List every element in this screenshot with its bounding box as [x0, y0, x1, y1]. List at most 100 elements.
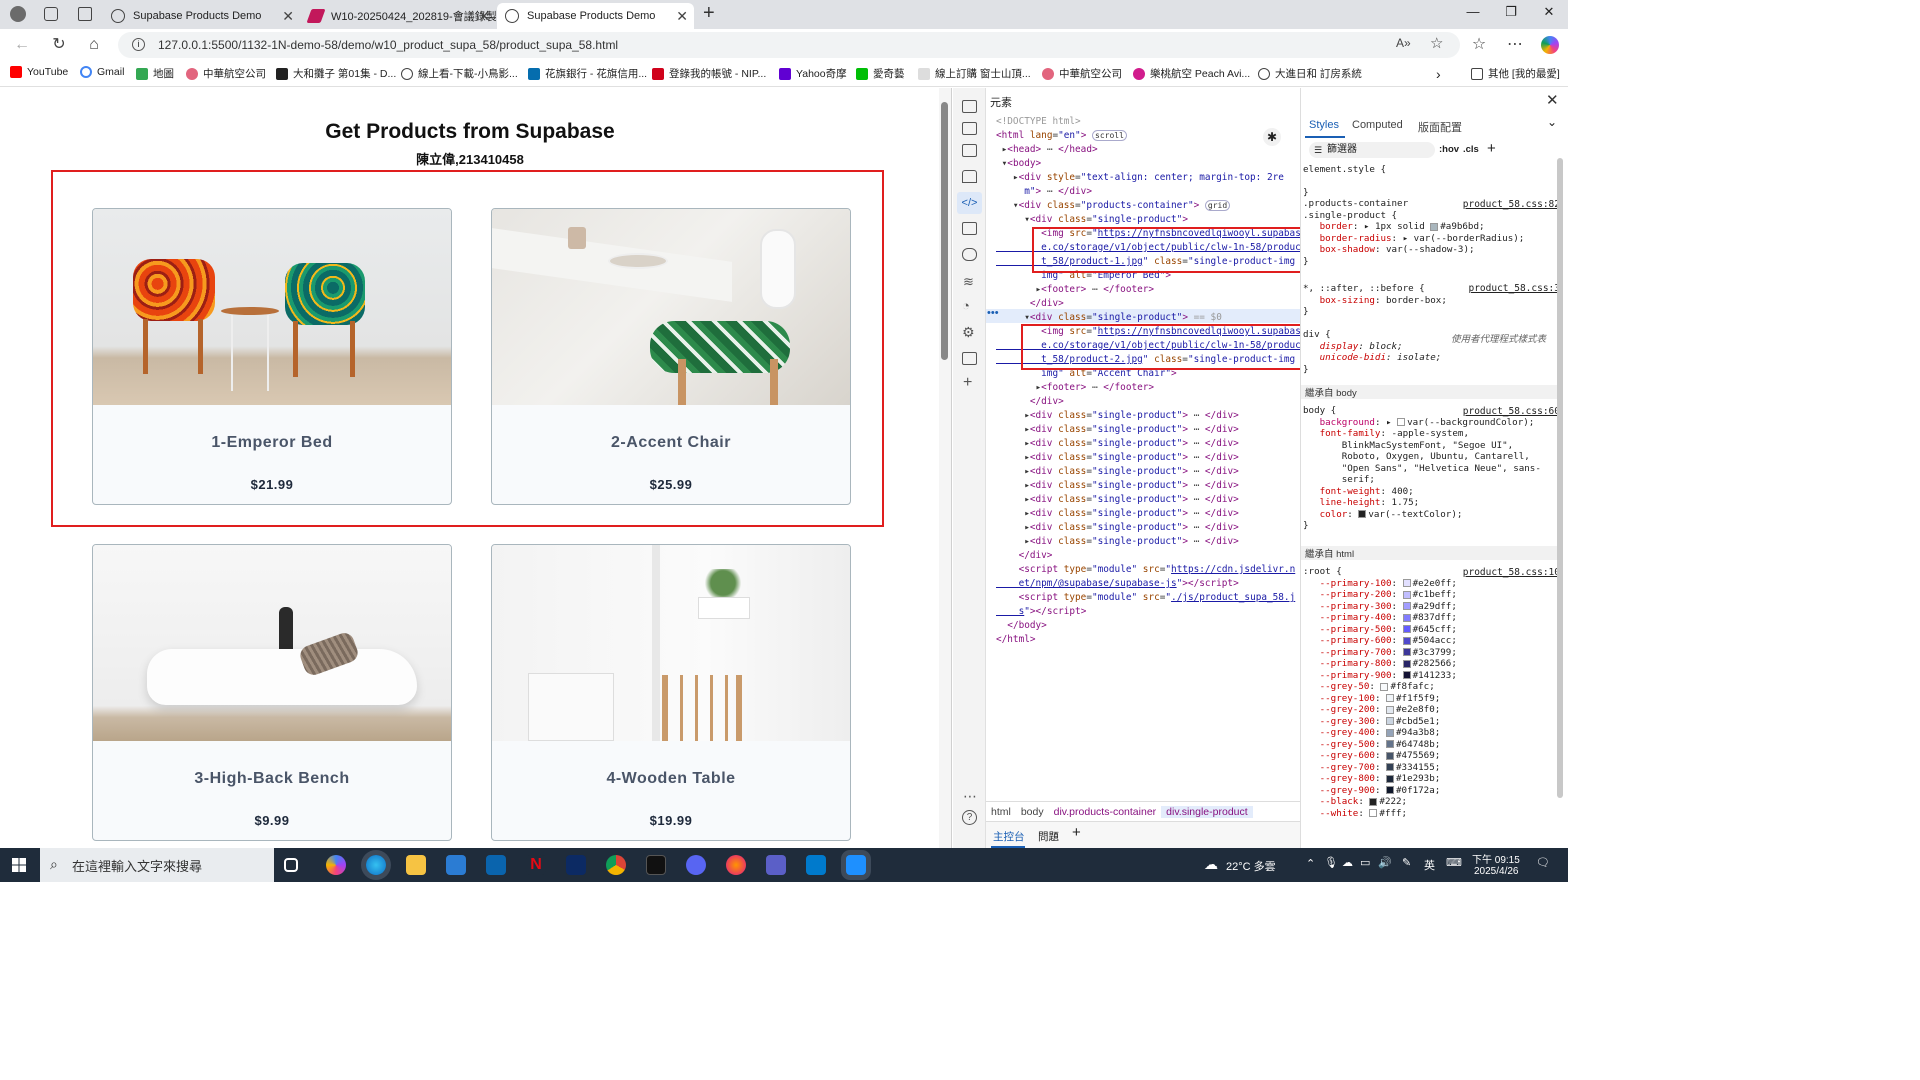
bookmark-maps[interactable]: 地圖: [136, 66, 174, 81]
breadcrumb-products-container[interactable]: div.products-container: [1049, 806, 1162, 818]
add-tool-icon[interactable]: +: [963, 374, 972, 392]
keyboard-icon[interactable]: ⌨: [1446, 856, 1462, 869]
chrome-icon[interactable]: [606, 855, 626, 875]
restore-button[interactable]: ❐: [1496, 4, 1526, 20]
bookmark-hotel[interactable]: 大進日和 訂房系統: [1258, 66, 1362, 81]
product-card-3[interactable]: 3-High-Back Bench $9.99: [92, 544, 452, 841]
breadcrumb-body[interactable]: body: [1016, 806, 1049, 818]
product-card-1[interactable]: 1-Emperor Bed $21.99: [92, 208, 452, 505]
scrollbar-thumb[interactable]: [941, 102, 948, 360]
back-button[interactable]: ←: [10, 34, 34, 56]
home-icon[interactable]: [962, 170, 977, 183]
drawer-tab-console[interactable]: 主控台: [993, 829, 1025, 844]
close-icon[interactable]: ✕: [282, 8, 294, 25]
bookmarks-overflow-chevron-icon[interactable]: ›: [1436, 66, 1441, 82]
weather-text[interactable]: 22°C 多雲: [1226, 858, 1276, 874]
bookmark-peach[interactable]: 樂桃航空 Peach Avi...: [1133, 66, 1250, 81]
notifications-icon[interactable]: 🗨: [1536, 856, 1550, 869]
settings-gear-icon[interactable]: ⚙: [962, 324, 975, 341]
vscode-icon[interactable]: [806, 855, 826, 875]
favorite-star-icon[interactable]: ☆: [1430, 34, 1443, 52]
edge-icon[interactable]: [366, 855, 386, 875]
bookmark-china-airlines-2[interactable]: 中華航空公司: [1042, 66, 1122, 81]
discord-icon[interactable]: [686, 855, 706, 875]
minimize-button[interactable]: —: [1458, 4, 1488, 19]
rule-box-sizing[interactable]: *, ::after, ::before { box-sizing: borde…: [1303, 283, 1447, 318]
tab-actions-icon[interactable]: [78, 7, 92, 21]
network-tray-icon[interactable]: ▭: [1360, 856, 1370, 869]
taskbar-search-input[interactable]: ⌕ 在這裡輸入文字來搜尋: [40, 848, 274, 882]
bookmark-china-airlines[interactable]: 中華航空公司: [186, 66, 266, 81]
bug-icon[interactable]: [962, 248, 977, 261]
rule-user-agent-div[interactable]: div { display: block; unicode-bidi: isol…: [1303, 329, 1441, 375]
bookmark-gmail[interactable]: Gmail: [80, 66, 124, 78]
volume-icon[interactable]: 🔊: [1378, 856, 1392, 869]
device-toolbar-icon[interactable]: [962, 100, 977, 113]
disney-plus-icon[interactable]: [566, 855, 586, 875]
teams-icon[interactable]: [766, 855, 786, 875]
source-link[interactable]: product_58.css:60: [1463, 406, 1560, 417]
store-icon[interactable]: [446, 855, 466, 875]
more-tools-icon[interactable]: ⋯: [963, 788, 977, 805]
clock-time[interactable]: 下午 09:15: [1472, 851, 1520, 866]
application-icon[interactable]: [962, 352, 977, 365]
hov-toggle[interactable]: :hov: [1439, 144, 1459, 155]
address-bar[interactable]: i 127.0.0.1:5500/1132-1N-demo-58/demo/w1…: [118, 32, 1460, 58]
copilot-taskbar-icon[interactable]: [326, 855, 346, 875]
source-link[interactable]: product_58.css:82: [1463, 199, 1560, 210]
rule-body[interactable]: body { background: ▸ var(--backgroundCol…: [1303, 405, 1541, 532]
rule-root-variables[interactable]: :root { --primary-100: #e2e0ff; --primar…: [1303, 566, 1457, 819]
styles-scrollbar[interactable]: [1557, 158, 1563, 798]
read-aloud-icon[interactable]: A»: [1396, 36, 1411, 50]
performance-icon[interactable]: ◔: [962, 298, 970, 313]
bookmark-iqiyi[interactable]: 愛奇藝: [856, 66, 905, 81]
network-icon[interactable]: ≋: [963, 274, 974, 290]
product-card-4[interactable]: 4-Wooden Table $19.99: [491, 544, 851, 841]
drawer-tab-issues[interactable]: 問題: [1038, 829, 1059, 844]
profile-icon[interactable]: [10, 6, 26, 22]
source-link[interactable]: product_58.css:10: [1463, 567, 1560, 578]
weather-icon[interactable]: ☁: [1204, 856, 1218, 873]
tab-1[interactable]: Supabase Products Demo ✕: [103, 3, 300, 29]
bookmark-nip[interactable]: 登錄我的帳號 - NIP...: [652, 66, 766, 81]
task-view-icon[interactable]: [284, 858, 298, 872]
bookmark-citibank[interactable]: 花旗銀行 - 花旗信用...: [528, 66, 647, 81]
welcome-icon[interactable]: [962, 144, 977, 157]
new-rule-icon[interactable]: +: [1487, 140, 1496, 157]
pen-icon[interactable]: ✎: [1402, 856, 1411, 869]
devtools-close-icon[interactable]: ✕: [1546, 91, 1559, 109]
layout-tab[interactable]: 版面配置: [1418, 119, 1462, 135]
bookmark-yahoo[interactable]: Yahoo奇摩: [779, 66, 847, 81]
microphone-icon[interactable]: 🎙: [1324, 856, 1338, 869]
tab-3[interactable]: Supabase Products Demo ✕: [497, 3, 694, 29]
terminal-icon[interactable]: [646, 855, 666, 875]
workspaces-icon[interactable]: [44, 7, 58, 21]
home-button[interactable]: ⌂: [82, 34, 106, 56]
windows-start-icon[interactable]: [12, 858, 26, 872]
close-icon[interactable]: ✕: [478, 8, 490, 25]
tray-chevron-icon[interactable]: ⌃: [1306, 857, 1315, 870]
breadcrumb-single-product[interactable]: div.single-product: [1161, 805, 1253, 818]
computed-tab[interactable]: Computed: [1352, 119, 1403, 131]
paint-icon[interactable]: [846, 855, 866, 875]
reload-button[interactable]: ↻: [47, 34, 71, 56]
product-card-2[interactable]: 2-Accent Chair $25.99: [491, 208, 851, 505]
ime-indicator[interactable]: 英: [1424, 857, 1435, 873]
filter-input[interactable]: ☰ 篩選器: [1309, 142, 1435, 158]
dom-tree[interactable]: <!DOCTYPE html> <html lang="en"> scroll …: [996, 115, 1301, 647]
styles-tab[interactable]: Styles: [1309, 119, 1339, 131]
copilot-icon[interactable]: [1541, 36, 1559, 54]
netflix-icon[interactable]: N: [526, 855, 546, 875]
breadcrumb-html[interactable]: html: [986, 806, 1016, 818]
info-icon[interactable]: i: [132, 38, 145, 51]
new-tab-button[interactable]: +: [703, 2, 715, 25]
rule-element-style[interactable]: element.style { }: [1303, 164, 1386, 199]
favorites-icon[interactable]: ☆: [1467, 34, 1491, 56]
file-explorer-icon[interactable]: [406, 855, 426, 875]
bookmark-other-folder[interactable]: 其他 [我的最愛]: [1471, 66, 1560, 81]
close-icon[interactable]: ✕: [676, 8, 688, 25]
bookmark-youtube[interactable]: YouTube: [10, 66, 68, 78]
tab-2[interactable]: W10-20250424_202819-會議錄製.r ✕: [301, 3, 496, 29]
elements-tool-icon[interactable]: </>: [957, 192, 982, 214]
inspect-icon[interactable]: [962, 122, 977, 135]
